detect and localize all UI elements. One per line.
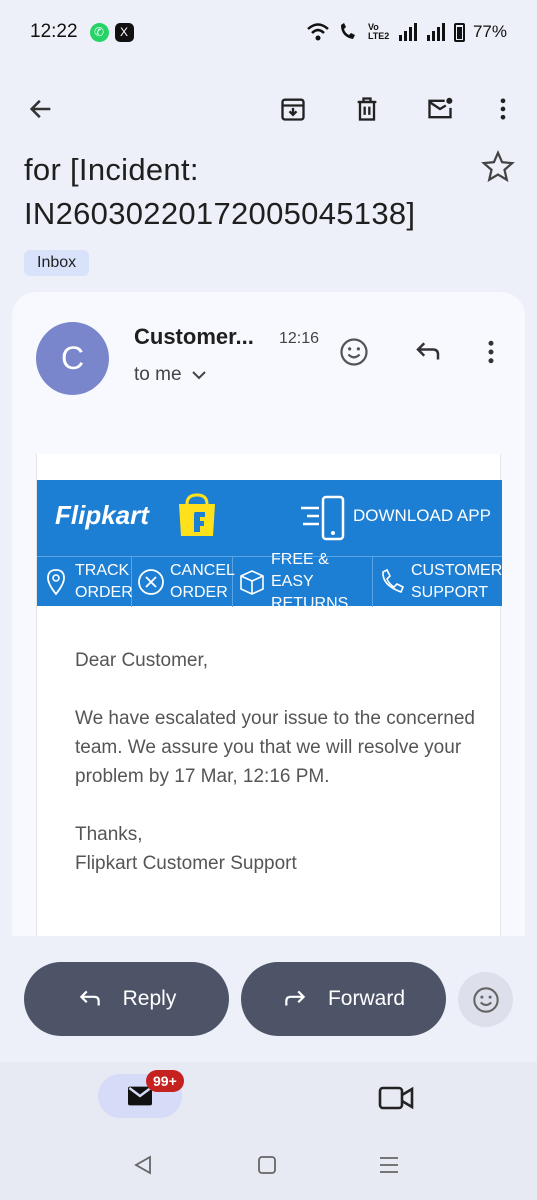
reply-label: Reply [122, 987, 177, 1010]
inbox-label-chip[interactable]: Inbox [24, 250, 90, 276]
greeting: Dear Customer, [75, 650, 209, 671]
message-paragraph: We have escalated your issue to the conc… [75, 708, 475, 787]
returns-text: FREE & EASY RETURNS [271, 551, 349, 612]
bottom-nav: 99+ [0, 1062, 537, 1200]
status-time: 12:22 [30, 21, 78, 42]
signal-icon-2 [426, 23, 445, 41]
battery-icon [453, 22, 465, 42]
download-app-link: DOWNLOAD APP [353, 506, 491, 525]
mark-unread-button[interactable] [418, 87, 462, 131]
message-time: 12:16 [279, 330, 320, 347]
track-order-text: TRACK ORDER [75, 562, 133, 601]
meet-video-icon[interactable] [376, 1080, 416, 1116]
notification-icons: ✆ X [89, 22, 134, 42]
customer-support-link[interactable]: CUSTOMER SUPPORT [373, 557, 502, 607]
email-text: Dear Customer, We have escalated your is… [75, 646, 485, 878]
closing: Thanks, [75, 824, 143, 845]
chevron-down-icon [191, 371, 206, 380]
battery-level: 77% [472, 22, 507, 41]
message-card: C Customer... 12:16 to me Flipkart DOWNL… [12, 292, 525, 936]
phone-icon [382, 568, 405, 594]
avatar[interactable]: C [36, 322, 109, 395]
forward-button[interactable]: Forward [241, 962, 446, 1036]
delete-button[interactable] [345, 87, 389, 131]
track-order-link[interactable]: TRACK ORDER [37, 557, 133, 607]
flipkart-header[interactable]: Flipkart DOWNLOAD APP [37, 480, 502, 556]
emoji-icon [340, 338, 368, 366]
reply-icon [79, 990, 100, 1006]
status-bar: 12:22 ✆ X Vo LTE2 77% [0, 0, 537, 64]
archive-button[interactable] [271, 87, 315, 131]
cancel-circle-icon [138, 569, 164, 595]
star-icon[interactable] [481, 150, 515, 184]
location-pin-icon [47, 569, 65, 596]
wifi-icon [307, 23, 329, 41]
arrow-back-icon [29, 99, 51, 119]
recipient-toggle[interactable]: to me [134, 364, 206, 386]
shopping-bag-icon [179, 493, 215, 536]
signal-icon-1 [398, 23, 417, 41]
emoji-reaction-button[interactable] [458, 972, 513, 1027]
forward-icon [285, 990, 306, 1006]
reply-icon [416, 342, 440, 360]
more-vert-icon [500, 98, 506, 120]
mail-unread-icon [428, 97, 453, 119]
recipient-label: to me [134, 364, 182, 385]
more-options-button[interactable] [481, 87, 525, 131]
cancel-order-text: CANCEL ORDER [170, 562, 235, 601]
email-body: Flipkart DOWNLOAD APP TRACK ORDER CANCEL O… [36, 454, 502, 936]
forward-label: Forward [327, 987, 406, 1010]
message-more-button[interactable] [471, 332, 511, 372]
email-subject: for [Incident: IN2603022017200504513​8] [24, 152, 416, 231]
status-right: Vo LTE2 77% [306, 22, 507, 42]
system-home-icon[interactable] [256, 1154, 278, 1176]
returns-link[interactable]: FREE & EASY RETURNS [233, 551, 373, 612]
wifi-call-icon [340, 23, 355, 39]
more-vert-icon [488, 340, 494, 364]
trash-icon [357, 97, 377, 121]
unread-badge: 99+ [146, 1070, 184, 1092]
network-label: Vo LTE2 [367, 22, 390, 41]
x-app-icon: X [114, 22, 134, 42]
sender-name[interactable]: Customer... [134, 324, 254, 350]
reply-button[interactable] [408, 332, 448, 372]
flipkart-nav: TRACK ORDER CANCEL ORDER FREE & EASY RETURN… [37, 551, 502, 612]
react-emoji-button[interactable] [334, 332, 374, 372]
reply-button-large[interactable]: Reply [24, 962, 229, 1036]
emoji-icon [472, 986, 499, 1013]
flipkart-logo: Flipkart [55, 500, 149, 530]
back-button[interactable] [19, 87, 63, 131]
signature: Flipkart Customer Support [75, 853, 297, 874]
archive-icon [281, 98, 305, 121]
cancel-order-link[interactable]: CANCEL ORDER [132, 557, 235, 607]
email-toolbar [0, 72, 537, 146]
customer-support-text: CUSTOMER SUPPORT [411, 562, 503, 601]
phone-download-icon [301, 495, 345, 541]
return-box-icon [240, 570, 264, 595]
system-recents-icon[interactable] [378, 1154, 400, 1176]
whatsapp-icon: ✆ [89, 22, 109, 42]
system-back-icon[interactable] [132, 1154, 154, 1176]
